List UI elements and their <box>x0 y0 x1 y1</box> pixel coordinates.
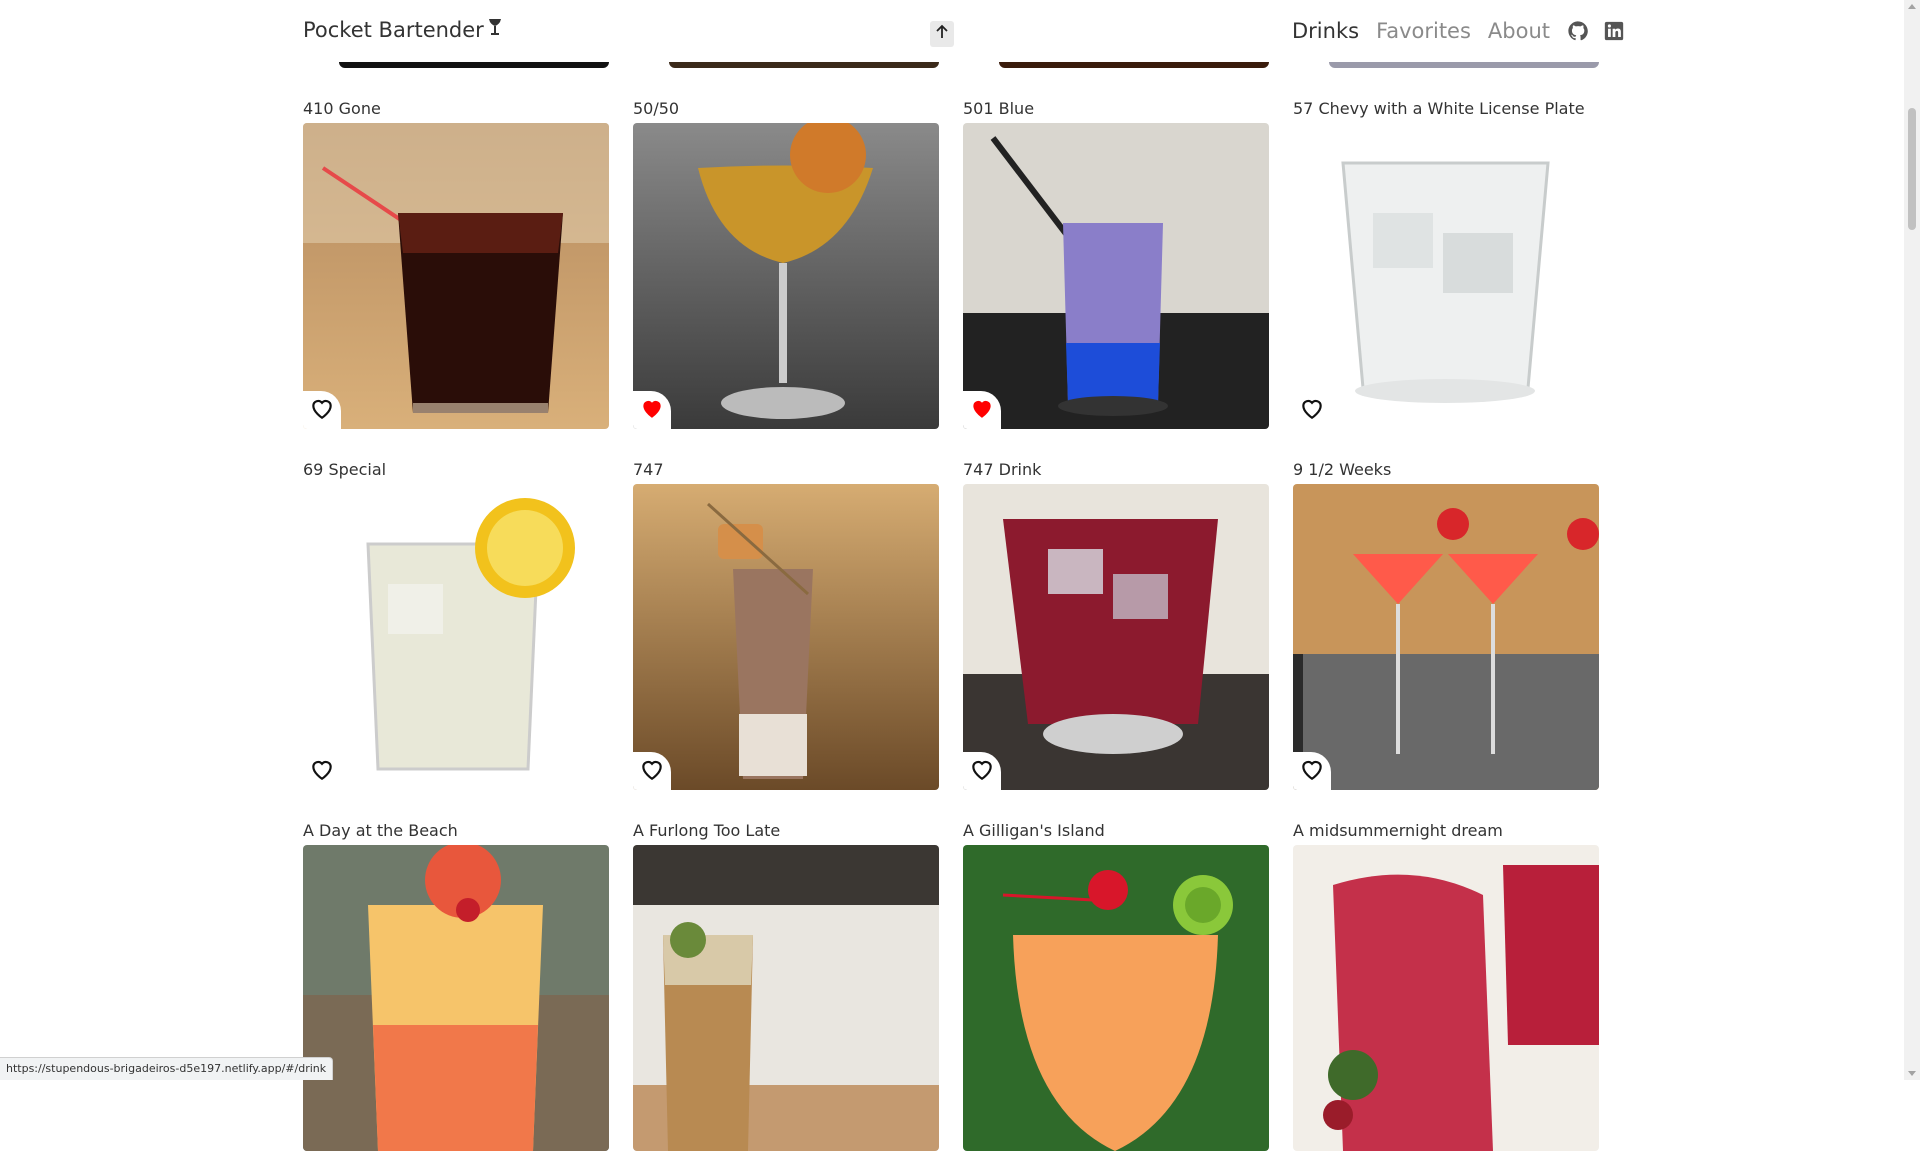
arrow-up-icon <box>935 24 949 44</box>
navbar: Pocket Bartender Drinks Favorites About <box>0 0 1904 62</box>
drink-card[interactable]: 410 Gone <box>303 97 609 429</box>
nav-link-about[interactable]: About <box>1488 19 1550 43</box>
heart-outline-icon <box>309 395 335 425</box>
drink-name: A Furlong Too Late <box>633 821 781 840</box>
drink-image[interactable] <box>1293 484 1599 790</box>
drink-image[interactable] <box>963 845 1269 1151</box>
drink-name: 501 Blue <box>963 99 1035 118</box>
heart-filled-icon <box>969 395 995 425</box>
drink-card[interactable]: 747 Drink <box>963 458 1269 790</box>
favorite-button[interactable] <box>963 391 1001 429</box>
heart-outline-icon <box>969 756 995 786</box>
drink-card[interactable]: A midsummernight dream <box>1293 819 1599 1151</box>
cocktail-glass-icon <box>487 17 503 42</box>
favorite-button[interactable] <box>963 752 1001 790</box>
drink-card[interactable]: 747 <box>633 458 939 790</box>
drink-card[interactable]: 9 1/2 Weeks <box>1293 458 1599 790</box>
favorite-button[interactable] <box>303 752 341 790</box>
favorite-button[interactable] <box>303 391 341 429</box>
drink-card[interactable]: 50/50 <box>633 97 939 429</box>
heart-outline-icon <box>1299 756 1325 786</box>
scrollbar-thumb[interactable] <box>1908 108 1916 230</box>
drink-image[interactable] <box>303 484 609 790</box>
scroll-down-arrow-icon[interactable] <box>1908 1071 1916 1076</box>
brand[interactable]: Pocket Bartender <box>303 17 503 42</box>
drink-name: A midsummernight dream <box>1293 821 1503 840</box>
status-bar-url: https://stupendous-brigadeiros-d5e197.ne… <box>0 1057 334 1080</box>
scroll-to-top-button[interactable] <box>930 21 954 47</box>
nav-links: Drinks Favorites About <box>1292 19 1639 43</box>
drink-name: 50/50 <box>633 99 680 118</box>
drink-name: 747 Drink <box>963 460 1042 479</box>
drink-card[interactable]: A Gilligan's Island <box>963 819 1269 1151</box>
heart-filled-icon <box>639 395 665 425</box>
drink-card[interactable]: 69 Special <box>303 458 609 790</box>
drink-card[interactable]: A Furlong Too Late <box>633 819 939 1151</box>
page-scrollbar[interactable] <box>1904 0 1920 1080</box>
drink-name: 9 1/2 Weeks <box>1293 460 1392 479</box>
drink-name: 747 <box>633 460 664 479</box>
drink-image[interactable] <box>303 123 609 429</box>
drink-card[interactable]: 57 Chevy with a White License Plate <box>1293 97 1599 429</box>
heart-outline-icon <box>1299 395 1325 425</box>
drink-card[interactable]: A Day at the Beach <box>303 819 609 1151</box>
drink-name: A Day at the Beach <box>303 821 458 840</box>
drink-image[interactable] <box>633 845 939 1151</box>
drink-image[interactable] <box>963 484 1269 790</box>
favorite-button[interactable] <box>633 752 671 790</box>
scroll-up-arrow-icon[interactable] <box>1908 4 1916 9</box>
heart-outline-icon <box>309 756 335 786</box>
brand-name: Pocket Bartender <box>303 17 484 42</box>
drink-image[interactable] <box>1293 123 1599 429</box>
drink-image[interactable] <box>1293 845 1599 1151</box>
favorite-button[interactable] <box>1293 752 1331 790</box>
linkedin-icon[interactable] <box>1603 20 1625 42</box>
favorite-button[interactable] <box>633 391 671 429</box>
heart-outline-icon <box>639 756 665 786</box>
favorite-button[interactable] <box>1293 391 1331 429</box>
drink-name: 69 Special <box>303 460 387 479</box>
drink-image[interactable] <box>303 845 609 1151</box>
drink-name: A Gilligan's Island <box>963 821 1105 840</box>
nav-link-favorites[interactable]: Favorites <box>1376 19 1471 43</box>
github-icon[interactable] <box>1567 20 1589 42</box>
drink-image[interactable] <box>633 123 939 429</box>
drink-image[interactable] <box>633 484 939 790</box>
drink-name: 410 Gone <box>303 99 381 118</box>
drink-name: 57 Chevy with a White License Plate <box>1293 99 1585 118</box>
drink-image[interactable] <box>963 123 1269 429</box>
drink-card[interactable]: 501 Blue <box>963 97 1269 429</box>
nav-link-drinks[interactable]: Drinks <box>1292 19 1359 43</box>
